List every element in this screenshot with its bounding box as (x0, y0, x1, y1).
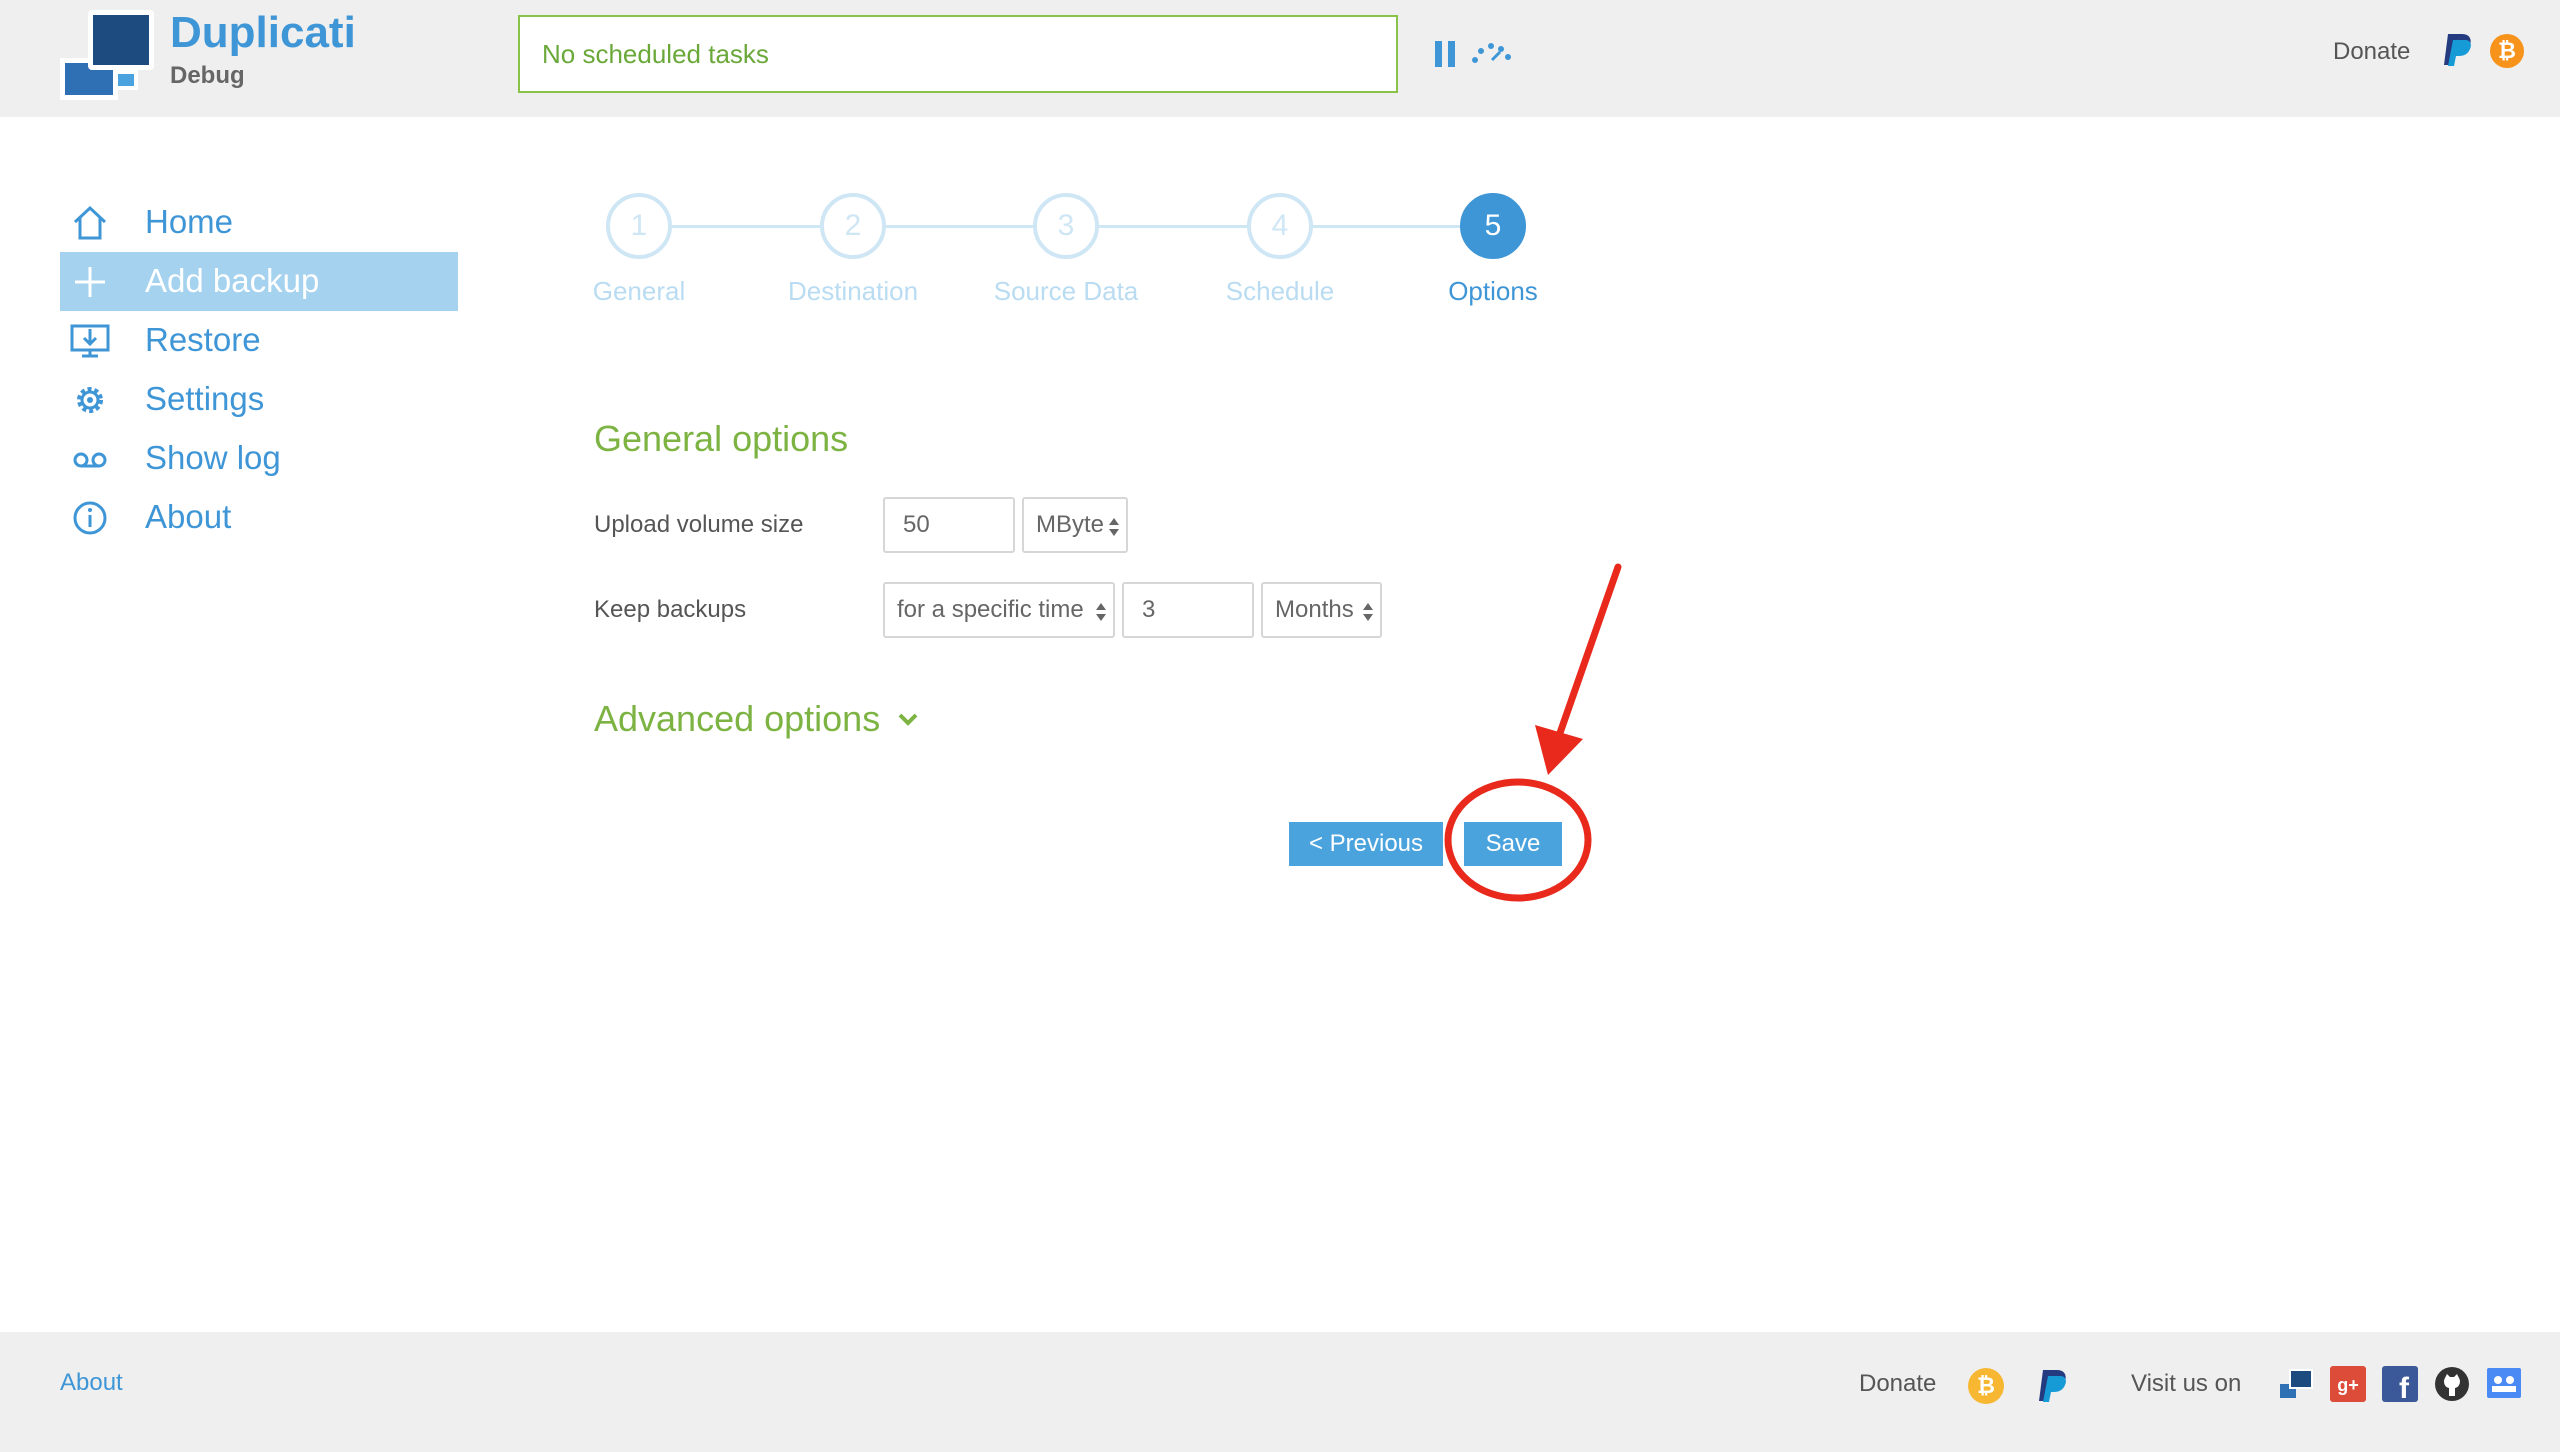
general-options-title: General options (594, 418, 849, 459)
donate-label: Donate (2333, 38, 2411, 65)
sidebar-item-label: About (145, 498, 232, 535)
sidebar-item-about[interactable]: About (60, 488, 458, 547)
keep-backups-input[interactable]: 3 (1122, 582, 1254, 638)
step-3-label[interactable]: Source Data (946, 276, 1186, 307)
keep-backups-label: Keep backups (594, 596, 747, 623)
throttle-icon[interactable] (1470, 40, 1514, 66)
pause-icon[interactable] (1435, 41, 1457, 67)
brand-title[interactable]: Duplicati (170, 8, 356, 58)
step-1-label[interactable]: General (519, 276, 759, 307)
brand-subtitle: Debug (170, 62, 245, 89)
chevron-down-icon[interactable] (897, 712, 919, 728)
upload-volume-unit-select[interactable]: MByte (1022, 497, 1128, 553)
visit-us-label: Visit us on (2131, 1370, 2242, 1397)
upload-volume-unit-value: MByte (1036, 511, 1105, 538)
paypal-icon[interactable] (2440, 32, 2474, 68)
svg-text:f: f (2399, 1372, 2410, 1402)
bitcoin-icon[interactable]: ₿ (1968, 1368, 2004, 1404)
duplicati-forum-icon[interactable] (2278, 1366, 2314, 1402)
keep-backups-unit-select[interactable]: Months (1261, 582, 1382, 638)
step-4-circle[interactable]: 4 (1247, 193, 1313, 259)
step-5-circle[interactable]: 5 (1460, 193, 1526, 259)
sidebar-item-settings[interactable]: Settings (60, 370, 458, 429)
google-plus-icon[interactable]: g+ (2330, 1366, 2366, 1402)
advanced-options-toggle[interactable]: Advanced options (594, 698, 880, 740)
sidebar-item-label: Restore (145, 321, 261, 358)
select-arrows-icon (1109, 518, 1119, 536)
upload-volume-label: Upload volume size (594, 511, 804, 538)
bitcoin-icon[interactable]: ₿ (2490, 34, 2524, 68)
paypal-icon[interactable] (2035, 1368, 2069, 1404)
keep-backups-mode-value: for a specific time (897, 596, 1084, 623)
upload-volume-value: 50 (903, 511, 930, 538)
sidebar-item-label: Show log (145, 439, 281, 476)
sidebar-item-label: Settings (145, 380, 265, 417)
annotation-arrow (1535, 563, 1622, 775)
keep-backups-value: 3 (1142, 596, 1156, 623)
sidebar-item-show-log[interactable]: Show log (60, 429, 458, 488)
sidebar-item-add-backup[interactable]: Add backup (60, 252, 458, 311)
info-icon (73, 501, 107, 535)
footer-about-link[interactable]: About (60, 1369, 123, 1397)
step-2-label[interactable]: Destination (733, 276, 973, 307)
sidebar-item-restore[interactable]: Restore (60, 311, 458, 370)
select-arrows-icon (1096, 603, 1106, 621)
gear-icon (77, 387, 103, 413)
step-3-circle[interactable]: 3 (1033, 193, 1099, 259)
step-2-circle[interactable]: 2 (820, 193, 886, 259)
github-icon[interactable] (2434, 1366, 2470, 1402)
select-arrows-icon (1363, 603, 1373, 621)
save-button[interactable]: Save (1464, 822, 1562, 866)
previous-button[interactable]: < Previous (1289, 822, 1443, 866)
svg-text:g+: g+ (2337, 1375, 2359, 1395)
sidebar-item-label: Add backup (145, 262, 320, 299)
footer-donate-label: Donate (1859, 1370, 1937, 1397)
step-1-circle[interactable]: 1 (606, 193, 672, 259)
duplicati-logo[interactable] (60, 10, 160, 100)
log-icon (73, 452, 107, 468)
step-5-label[interactable]: Options (1373, 276, 1613, 307)
upload-volume-input[interactable]: 50 (883, 497, 1015, 553)
sidebar-item-label: Home (145, 203, 234, 240)
step-4-label[interactable]: Schedule (1160, 276, 1400, 307)
plus-icon (75, 267, 105, 297)
google-groups-icon[interactable] (2486, 1366, 2522, 1402)
restore-icon (70, 324, 110, 358)
sidebar-item-home[interactable]: Home (60, 193, 458, 252)
keep-backups-unit-value: Months (1275, 596, 1354, 623)
keep-backups-mode-select[interactable]: for a specific time (883, 582, 1115, 638)
status-bar: No scheduled tasks (518, 15, 1398, 93)
facebook-icon[interactable]: f (2382, 1366, 2418, 1402)
status-text: No scheduled tasks (542, 38, 769, 69)
sidebar: Home Add backup Restore Settings Show lo… (60, 193, 458, 547)
home-icon (73, 205, 107, 240)
